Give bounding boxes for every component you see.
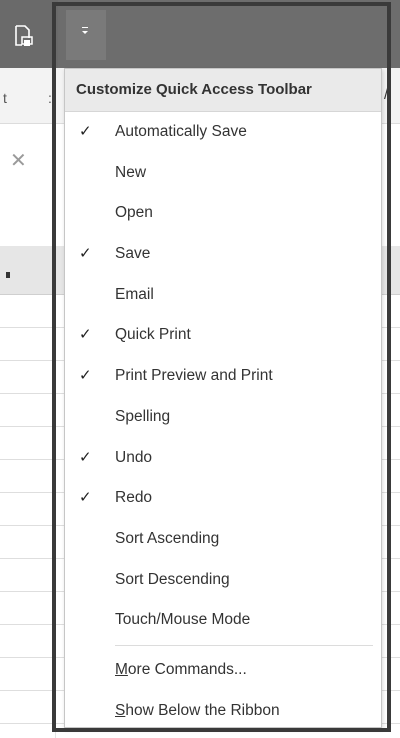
menu-item-spelling[interactable]: Spelling	[65, 397, 381, 438]
menu-item-show-below-ribbon[interactable]: Show Below the Ribbon	[65, 691, 381, 732]
menu-items: ✓ Automatically Save New Open ✓ Save Email…	[65, 112, 381, 641]
menu-item-label: Open	[115, 204, 153, 222]
menu-item-label: Touch/Mouse Mode	[115, 611, 251, 629]
menu-item-email[interactable]: Email	[65, 275, 381, 316]
menu-item-label: Email	[115, 285, 154, 303]
row-marker	[6, 272, 10, 278]
menu-separator	[115, 644, 373, 646]
menu-item-open[interactable]: Open	[65, 193, 381, 234]
checkmark-icon: ✓	[79, 367, 92, 385]
menu-item-redo[interactable]: ✓ Redo	[65, 478, 381, 519]
menu-item-label: Save	[115, 245, 151, 263]
checkmark-icon: ✓	[79, 326, 92, 344]
menu-item-more-commands[interactable]: More Commands...	[65, 650, 381, 691]
menu-item-touch-mouse-mode[interactable]: Touch/Mouse Mode	[65, 600, 381, 641]
menu-item-sort-descending[interactable]: Sort Descending	[65, 560, 381, 601]
menu-item-sort-ascending[interactable]: Sort Ascending	[65, 519, 381, 560]
menu-item-label: ore Commands...	[127, 660, 247, 678]
accelerator-key: M	[115, 660, 128, 678]
close-icon[interactable]: ✕	[10, 148, 27, 173]
menu-item-label: Print Preview and Print	[115, 367, 273, 385]
menu-item-print-preview[interactable]: ✓ Print Preview and Print	[65, 356, 381, 397]
menu-item-label: Redo	[115, 489, 153, 507]
ribbon-fragment-left: t	[3, 90, 7, 106]
menu-item-label: Undo	[115, 448, 153, 466]
menu-item-label: Sort Descending	[115, 570, 230, 588]
customize-qat-button[interactable]	[66, 10, 106, 60]
menu-item-save[interactable]: ✓ Save	[65, 234, 381, 275]
menu-item-label: Quick Print	[115, 326, 191, 344]
checkmark-icon: ✓	[79, 448, 92, 466]
menu-item-label: Sort Ascending	[115, 529, 220, 547]
menu-item-label: New	[115, 163, 147, 181]
checkmark-icon: ✓	[79, 489, 92, 507]
menu-item-undo[interactable]: ✓ Undo	[65, 438, 381, 479]
chevron-down-icon	[81, 27, 89, 37]
checkmark-icon: ✓	[79, 245, 92, 263]
print-preview-icon[interactable]	[14, 25, 34, 47]
title-bar	[0, 0, 400, 68]
menu-item-automatically-save[interactable]: ✓ Automatically Save	[65, 112, 381, 153]
menu-item-label: Automatically Save	[115, 123, 247, 140]
qat-left-area	[0, 0, 58, 68]
ribbon-fragment-right: /	[384, 86, 389, 103]
checkmark-icon: ✓	[79, 123, 92, 140]
customize-qat-menu: Customize Quick Access Toolbar ✓ Automati…	[64, 68, 382, 728]
menu-item-label: Spelling	[115, 407, 171, 425]
menu-item-quick-print[interactable]: ✓ Quick Print	[65, 315, 381, 356]
menu-title: Customize Quick Access Toolbar	[65, 69, 381, 112]
menu-item-label: how Below the Ribbon	[125, 701, 280, 719]
menu-item-new[interactable]: New	[65, 153, 381, 194]
accelerator-key: S	[115, 701, 126, 719]
grid-col-line	[55, 294, 56, 738]
ribbon-fragment-mid: :	[48, 90, 52, 106]
